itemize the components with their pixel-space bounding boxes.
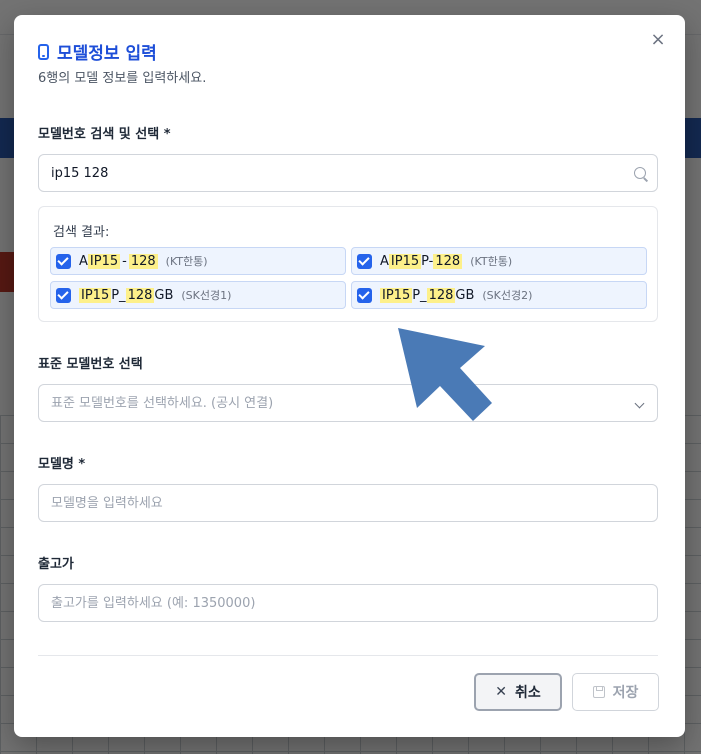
save-button-label: 저장 bbox=[612, 685, 639, 701]
result-text: P_ bbox=[111, 287, 126, 303]
checkbox-checked-icon[interactable] bbox=[56, 287, 71, 303]
result-highlight: 128 bbox=[128, 253, 158, 269]
result-item[interactable]: A IP15 - 128 (KT한통) bbox=[50, 247, 346, 275]
close-button[interactable]: × bbox=[647, 29, 669, 51]
close-icon: ✕ bbox=[495, 684, 507, 700]
result-highlight: 128 bbox=[433, 253, 463, 269]
standard-model-select[interactable] bbox=[38, 384, 658, 422]
checkbox-checked-icon[interactable] bbox=[56, 253, 71, 269]
result-text: GB bbox=[455, 287, 475, 303]
result-highlight: 128 bbox=[125, 287, 155, 303]
result-highlight: IP15 bbox=[380, 287, 413, 303]
result-text: GB bbox=[154, 287, 174, 303]
result-carrier: (KT한통) bbox=[165, 255, 208, 268]
save-icon bbox=[592, 686, 605, 698]
model-name-input[interactable] bbox=[38, 484, 658, 522]
footer-divider bbox=[38, 655, 658, 656]
cancel-button-label: 취소 bbox=[514, 685, 541, 701]
cancel-button[interactable]: ✕ 취소 bbox=[474, 673, 562, 711]
result-text: - bbox=[122, 253, 127, 269]
save-button[interactable]: 저장 bbox=[572, 673, 659, 711]
search-label: 모델번호 검색 및 선택 * bbox=[38, 127, 171, 142]
result-highlight: IP15 bbox=[87, 253, 121, 269]
result-carrier: (SK선경2) bbox=[482, 289, 533, 302]
result-item[interactable]: IP15 P_ 128 GB (SK선경1) bbox=[50, 281, 346, 309]
checkbox-checked-icon[interactable] bbox=[357, 253, 372, 269]
result-text: A bbox=[79, 253, 88, 269]
annotation-arrow bbox=[398, 328, 492, 421]
dialog-subtitle: 6행의 모델 정보를 입력하세요. bbox=[38, 71, 207, 86]
result-highlight: IP15 bbox=[79, 287, 112, 303]
result-highlight: 128 bbox=[426, 287, 456, 303]
result-text: P- bbox=[421, 253, 434, 269]
model-search-input[interactable] bbox=[38, 154, 658, 192]
result-carrier: (KT한통) bbox=[470, 255, 513, 268]
result-item[interactable]: A IP15 P- 128 (KT한통) bbox=[351, 247, 647, 275]
result-item[interactable]: IP15 P_ 128 GB (SK선경2) bbox=[351, 281, 647, 309]
release-price-label: 출고가 bbox=[38, 557, 74, 572]
result-text: A bbox=[380, 253, 389, 269]
release-price-input[interactable] bbox=[38, 584, 658, 622]
annotation-arrow-shape bbox=[398, 328, 492, 421]
search-results-label: 검색 결과: bbox=[53, 225, 110, 240]
search-results-panel: 검색 결과: A IP15 - 128 (KT한통) A IP15 P- 128… bbox=[38, 206, 658, 322]
dialog-title: 모델정보 입력 bbox=[57, 44, 157, 64]
result-text: P_ bbox=[412, 287, 427, 303]
search-icon bbox=[634, 167, 646, 179]
result-highlight: IP15 bbox=[388, 253, 422, 269]
model-name-label: 모델명 * bbox=[38, 457, 86, 472]
dialog-header: 모델정보 입력 bbox=[38, 39, 157, 64]
checkbox-checked-icon[interactable] bbox=[357, 287, 372, 303]
result-carrier: (SK선경1) bbox=[181, 289, 232, 302]
model-info-dialog: × 모델정보 입력 6행의 모델 정보를 입력하세요. 모델번호 검색 및 선택… bbox=[14, 15, 685, 737]
standard-model-label: 표준 모델번호 선택 bbox=[38, 357, 143, 372]
phone-icon bbox=[38, 43, 49, 60]
